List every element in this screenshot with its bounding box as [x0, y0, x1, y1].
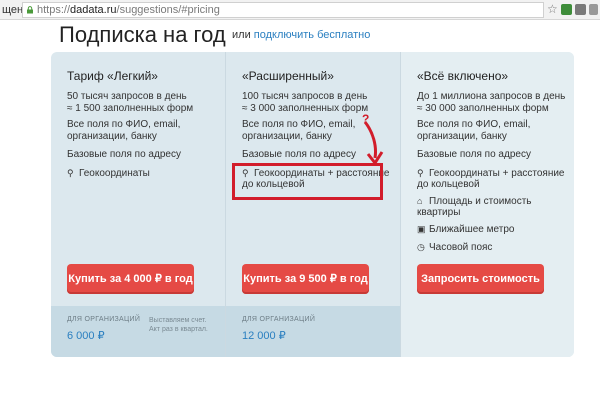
plan-feature: организации, банку — [67, 131, 157, 142]
clock-icon: ◷ — [417, 242, 425, 252]
plan-title: «Расширенный» — [242, 69, 334, 83]
org-label: ДЛЯ ОРГАНИЗАЦИЙ — [67, 316, 141, 323]
plan-title: «Всё включено» — [417, 69, 509, 83]
invoice-note: Выставляем счет. Акт раз в квартал. — [149, 317, 208, 333]
org-price-link[interactable]: 6 000 ₽ — [67, 329, 105, 342]
plan-feature-timezone: ◷ Часовой пояс — [417, 242, 493, 253]
plan-feature: Все поля по ФИО, email, — [417, 119, 531, 130]
plan-feature: 50 тысяч запросов в день — [67, 91, 187, 102]
org-label: ДЛЯ ОРГАНИЗАЦИЙ — [242, 316, 316, 323]
plan-feature: ≈ 3 000 заполненных форм — [242, 103, 369, 114]
plan-feature: организации, банку — [417, 131, 507, 142]
plan-feature: Базовые поля по адресу — [242, 149, 356, 160]
plan-all-inclusive: «Всё включено» До 1 миллиона запросов в … — [400, 52, 574, 357]
plan-feature: Все поля по ФИО, email, — [242, 119, 356, 130]
pricing-table: Тариф «Легкий» 50 тысяч запросов в день … — [51, 52, 574, 357]
plan-extended: «Расширенный» 100 тысяч запросов в день … — [225, 52, 400, 357]
annotation-highlight-box — [232, 163, 383, 200]
url-text: https://dadata.ru/suggestions/#pricing — [37, 4, 220, 16]
plan-title: Тариф «Легкий» — [67, 69, 158, 83]
extension-icon-1[interactable] — [561, 4, 572, 15]
menu-icon[interactable] — [589, 4, 598, 15]
buy-extended-button[interactable]: Купить за 9 500 ₽ в год — [242, 264, 369, 294]
browser-toolbar: щено https://dadata.ru/suggestions/#pric… — [0, 0, 600, 20]
or-text: или — [232, 29, 251, 41]
plan-feature: квартиры — [417, 207, 461, 218]
map-pin-icon: ⚲ — [417, 168, 424, 178]
plan-feature: 100 тысяч запросов в день — [242, 91, 368, 102]
metro-icon: ▣ — [417, 224, 426, 234]
plan-feature: до кольцевой — [417, 179, 480, 190]
plan-feature: Все поля по ФИО, email, — [67, 119, 181, 130]
map-pin-icon: ⚲ — [67, 168, 74, 178]
plan-feature: Базовые поля по адресу — [417, 149, 531, 160]
extension-icon-2[interactable] — [575, 4, 586, 15]
plan-feature: ≈ 1 500 заполненных форм — [67, 103, 194, 114]
page-title: Подписка на год — [59, 22, 226, 47]
plan-feature: ≈ 30 000 заполненных форм — [417, 103, 549, 114]
bookmark-star-icon[interactable]: ☆ — [547, 2, 558, 16]
plan-light: Тариф «Легкий» 50 тысяч запросов в день … — [51, 52, 225, 357]
plan-feature: организации, банку — [242, 131, 332, 142]
address-bar[interactable]: https://dadata.ru/suggestions/#pricing — [22, 2, 544, 18]
home-icon: ⌂ — [417, 196, 423, 206]
free-link[interactable]: подключить бесплатно — [254, 29, 371, 41]
plan-footer: ДЛЯ ОРГАНИЗАЦИЙ 6 000 ₽ Выставляем счет.… — [51, 306, 225, 357]
free-subtitle: или подключить бесплатно — [232, 29, 370, 41]
plan-feature: Базовые поля по адресу — [67, 149, 181, 160]
plan-footer: ДЛЯ ОРГАНИЗАЦИЙ 12 000 ₽ — [226, 306, 400, 357]
plan-feature-geo: ⚲ Геокоординаты — [67, 168, 150, 179]
org-price-link[interactable]: 12 000 ₽ — [242, 329, 286, 342]
page-info-icon[interactable] — [26, 6, 34, 14]
buy-light-button[interactable]: Купить за 4 000 ₽ в год — [67, 264, 194, 294]
plan-feature-metro: ▣ Ближайшее метро — [417, 224, 515, 235]
annotation-arrow-icon — [363, 121, 384, 165]
request-price-button[interactable]: Запросить стоимость — [417, 264, 544, 294]
plan-feature: До 1 миллиона запросов в день — [417, 91, 566, 102]
